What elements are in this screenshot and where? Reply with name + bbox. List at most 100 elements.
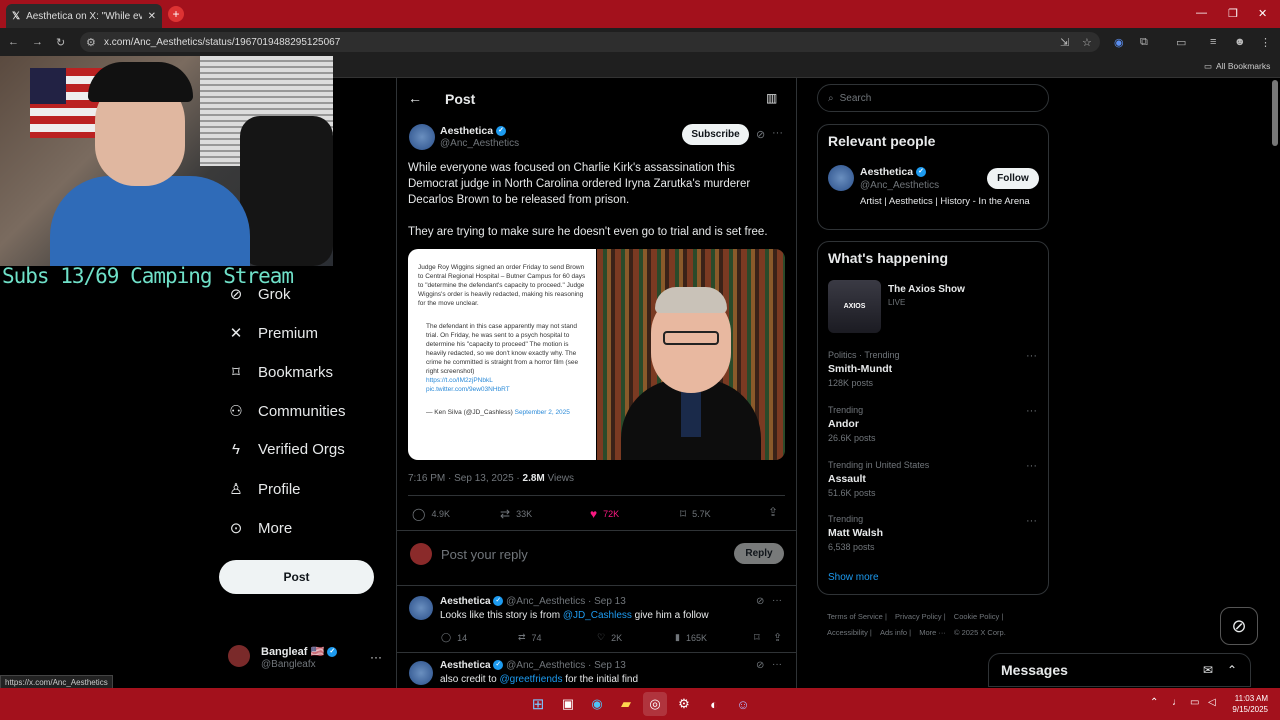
nav-communities[interactable]: ⚇ Communities xyxy=(228,402,345,421)
reply-date[interactable]: · Sep 13 xyxy=(588,596,626,607)
subscribe-button[interactable]: Subscribe xyxy=(682,124,749,145)
expand-icon[interactable]: ⌃ xyxy=(1227,663,1237,677)
repost-stat[interactable]: ⇄ 33K xyxy=(500,507,532,521)
footer-link[interactable]: Accessibility xyxy=(827,628,868,637)
trend-more-icon[interactable]: ··· xyxy=(1026,515,1037,527)
reload-icon[interactable]: ↻ xyxy=(56,36,65,49)
share-icon[interactable]: ⇪ xyxy=(773,631,782,644)
footer-link[interactable]: Terms of Service xyxy=(827,612,883,621)
account-menu-icon[interactable]: ··· xyxy=(370,650,382,664)
reply-stat[interactable]: ◯ 4.9K xyxy=(412,507,450,521)
repost-stat[interactable]: ⇄ 74 xyxy=(518,632,542,643)
show-more-link[interactable]: Show more xyxy=(828,572,879,583)
footer-link[interactable]: Privacy Policy xyxy=(895,612,942,621)
person-handle[interactable]: @Anc_Aesthetics xyxy=(860,180,939,191)
back-icon[interactable]: ← xyxy=(8,36,19,48)
author-avatar[interactable] xyxy=(409,124,435,150)
minimize-icon[interactable]: — xyxy=(1196,7,1207,19)
microphone-icon[interactable]: ♩ xyxy=(1172,697,1182,708)
follow-button[interactable]: Follow xyxy=(987,168,1039,189)
bookmark-icon[interactable]: ⌑ xyxy=(754,631,760,644)
live-title[interactable]: The Axios Show xyxy=(888,284,965,295)
start-icon[interactable]: ⊞ xyxy=(526,692,550,716)
reply-stat[interactable]: ◯ 14 xyxy=(441,632,467,643)
trend-more-icon[interactable]: ··· xyxy=(1026,460,1037,472)
messages-drawer[interactable]: Messages ✉ ⌃ xyxy=(988,653,1251,687)
volume-icon[interactable]: ◁ xyxy=(1208,697,1216,708)
clock[interactable]: 11:03 AM 9/15/2025 xyxy=(1228,693,1268,715)
install-app-icon[interactable]: ⇲ xyxy=(1060,36,1069,49)
reply-date[interactable]: · Sep 13 xyxy=(588,660,626,671)
profile-icon[interactable]: ☻ xyxy=(1234,36,1246,48)
page-scrollbar[interactable] xyxy=(1272,80,1278,146)
reply-input[interactable]: Post your reply xyxy=(441,547,528,562)
nav-verified-orgs[interactable]: ϟ Verified Orgs xyxy=(228,441,345,458)
grok-post-icon[interactable]: ⊘ xyxy=(756,660,764,671)
live-thumbnail[interactable]: AXIOS xyxy=(828,280,881,333)
author-handle[interactable]: @Anc_Aesthetics xyxy=(440,138,519,149)
steam-icon[interactable]: ⚙ xyxy=(672,692,696,716)
puzzle-icon[interactable]: ⧉ xyxy=(1140,36,1148,49)
grok-post-icon[interactable]: ⊘ xyxy=(756,128,765,141)
back-arrow-icon[interactable]: ← xyxy=(408,90,422,106)
footer-link[interactable]: Cookie Policy xyxy=(954,612,999,621)
person-avatar[interactable] xyxy=(828,165,854,191)
reading-list-icon[interactable]: ≡ xyxy=(1210,36,1216,48)
site-info-icon[interactable]: ⚙ xyxy=(86,36,96,49)
split-view-icon[interactable]: ▭ xyxy=(1176,36,1186,49)
file-explorer-icon[interactable]: ▰ xyxy=(614,692,638,716)
person-name[interactable]: Aesthetica ✓ xyxy=(860,166,927,178)
share-icon[interactable]: ⇪ xyxy=(768,505,778,519)
tray-chevron-icon[interactable]: ⌃ xyxy=(1150,697,1158,708)
nav-bookmarks[interactable]: ⌑ Bookmarks xyxy=(228,363,333,382)
chrome-icon[interactable]: ◎ xyxy=(643,692,667,716)
mention-link[interactable]: @greetfriends xyxy=(499,674,562,685)
reply-author-avatar[interactable] xyxy=(409,661,433,685)
obs-icon[interactable]: ◐ xyxy=(702,692,726,716)
reader-icon[interactable]: ▥ xyxy=(766,91,777,105)
star-icon[interactable]: ☆ xyxy=(1082,36,1092,49)
trend-item[interactable]: Trending Matt Walsh 6,538 posts xyxy=(828,514,883,552)
grok-post-icon[interactable]: ⊘ xyxy=(756,596,764,607)
edge-icon[interactable]: ◉ xyxy=(585,692,609,716)
discord-icon[interactable]: ☺ xyxy=(731,692,755,716)
account-avatar[interactable] xyxy=(228,645,250,667)
forward-icon[interactable]: → xyxy=(32,36,43,48)
more-options-icon[interactable]: ··· xyxy=(772,659,782,670)
extension-icon[interactable]: ◉ xyxy=(1114,36,1124,49)
close-window-icon[interactable]: ✕ xyxy=(1258,7,1267,20)
trend-item[interactable]: Trending Andor 26.6K posts xyxy=(828,405,876,443)
nav-profile[interactable]: ♙ Profile xyxy=(228,480,300,499)
menu-icon[interactable]: ⋮ xyxy=(1260,36,1271,49)
reply-button[interactable]: Reply xyxy=(734,543,784,564)
author-name[interactable]: Aesthetica ✓ xyxy=(440,125,507,137)
browser-tab[interactable]: 𝕏 Aesthetica on X: "While everyo ✕ xyxy=(6,4,162,28)
trend-more-icon[interactable]: ··· xyxy=(1026,405,1037,417)
bookmark-stat[interactable]: ⌑ 5.7K xyxy=(680,507,711,521)
reply-author-name[interactable]: Aesthetica xyxy=(440,660,491,671)
reply-author-avatar[interactable] xyxy=(409,596,433,620)
views-stat[interactable]: ▮ 165K xyxy=(675,632,707,643)
network-icon[interactable]: ▭ xyxy=(1190,697,1199,708)
reply-author-handle[interactable]: @Anc_Aesthetics xyxy=(506,596,585,607)
task-view-icon[interactable]: ▣ xyxy=(556,692,580,716)
all-bookmarks[interactable]: ▭ All Bookmarks xyxy=(1204,61,1270,72)
reply-author-name[interactable]: Aesthetica xyxy=(440,596,491,607)
like-stat[interactable]: ♥ 72K xyxy=(590,507,619,521)
grok-floating-button[interactable]: ⊘ xyxy=(1220,607,1258,645)
trend-item[interactable]: Trending in United States Assault 51.6K … xyxy=(828,460,929,498)
new-tab-button[interactable]: + xyxy=(168,6,184,22)
more-options-icon[interactable]: ··· xyxy=(772,127,783,139)
trend-more-icon[interactable]: ··· xyxy=(1026,350,1037,362)
trend-item[interactable]: Politics · Trending Smith-Mundt 128K pos… xyxy=(828,350,900,388)
nav-premium[interactable]: ✕ Premium xyxy=(228,324,318,343)
mention-link[interactable]: @JD_Cashless xyxy=(563,610,632,621)
new-message-icon[interactable]: ✉ xyxy=(1203,663,1213,677)
post-button[interactable]: Post xyxy=(219,560,374,594)
reply-author-handle[interactable]: @Anc_Aesthetics xyxy=(506,660,585,671)
post-image-article[interactable]: Judge Roy Wiggins signed an order Friday… xyxy=(408,249,596,460)
footer-link[interactable]: Ads info xyxy=(880,628,907,637)
nav-grok[interactable]: ⊘ Grok xyxy=(228,285,291,304)
footer-link[interactable]: More ··· xyxy=(919,628,946,637)
post-image-judge[interactable] xyxy=(597,249,785,460)
